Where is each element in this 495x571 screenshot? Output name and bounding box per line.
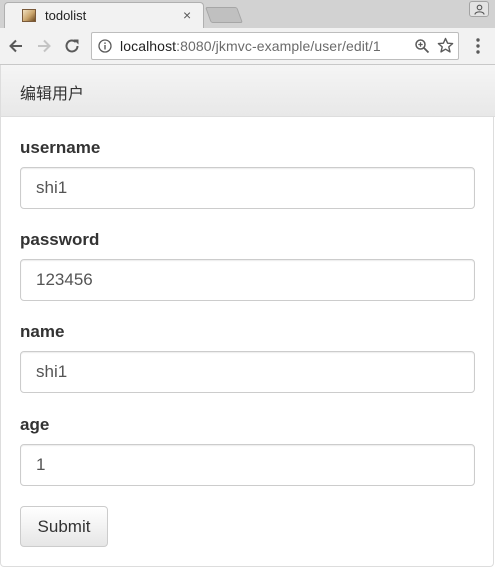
- password-field[interactable]: [20, 259, 475, 301]
- browser-window: todolist × localhost:8080/jkmvc-example/…: [0, 0, 495, 571]
- tab-todolist[interactable]: todolist ×: [4, 2, 204, 28]
- menu-icon[interactable]: [470, 37, 486, 55]
- address-bar[interactable]: localhost:8080/jkmvc-example/user/edit/1: [91, 32, 459, 60]
- tab-strip: todolist ×: [0, 0, 495, 29]
- edit-user-panel: 编辑用户 username password name age Submit: [0, 65, 495, 567]
- age-field[interactable]: [20, 444, 475, 486]
- url-path: :8080/jkmvc-example/user/edit/1: [176, 38, 381, 54]
- zoom-icon[interactable]: [414, 38, 430, 54]
- age-label: age: [20, 415, 50, 434]
- tab-title: todolist: [45, 8, 87, 23]
- username-label: username: [20, 138, 101, 157]
- info-icon[interactable]: [98, 39, 112, 53]
- name-label: name: [20, 322, 65, 341]
- password-label: password: [20, 230, 100, 249]
- star-icon[interactable]: [437, 37, 454, 54]
- tab-close-icon[interactable]: ×: [183, 6, 191, 24]
- browser-toolbar: localhost:8080/jkmvc-example/user/edit/1: [0, 28, 495, 65]
- url-text[interactable]: localhost:8080/jkmvc-example/user/edit/1: [120, 38, 381, 54]
- name-field[interactable]: [20, 351, 475, 393]
- favicon: [22, 9, 36, 22]
- username-field[interactable]: [20, 167, 475, 209]
- panel-heading: 编辑用户: [1, 65, 495, 117]
- submit-button[interactable]: Submit: [20, 506, 108, 547]
- back-arrow-icon[interactable]: [6, 36, 26, 56]
- url-host: localhost: [120, 38, 177, 54]
- forward-arrow-icon[interactable]: [34, 36, 54, 56]
- page-title: 编辑用户: [20, 84, 85, 103]
- page-content: 编辑用户 username password name age Submit: [0, 65, 495, 571]
- profile-icon: [474, 4, 485, 15]
- profile-button[interactable]: [469, 1, 489, 17]
- new-tab-button[interactable]: [205, 7, 243, 23]
- reload-icon[interactable]: [62, 36, 82, 56]
